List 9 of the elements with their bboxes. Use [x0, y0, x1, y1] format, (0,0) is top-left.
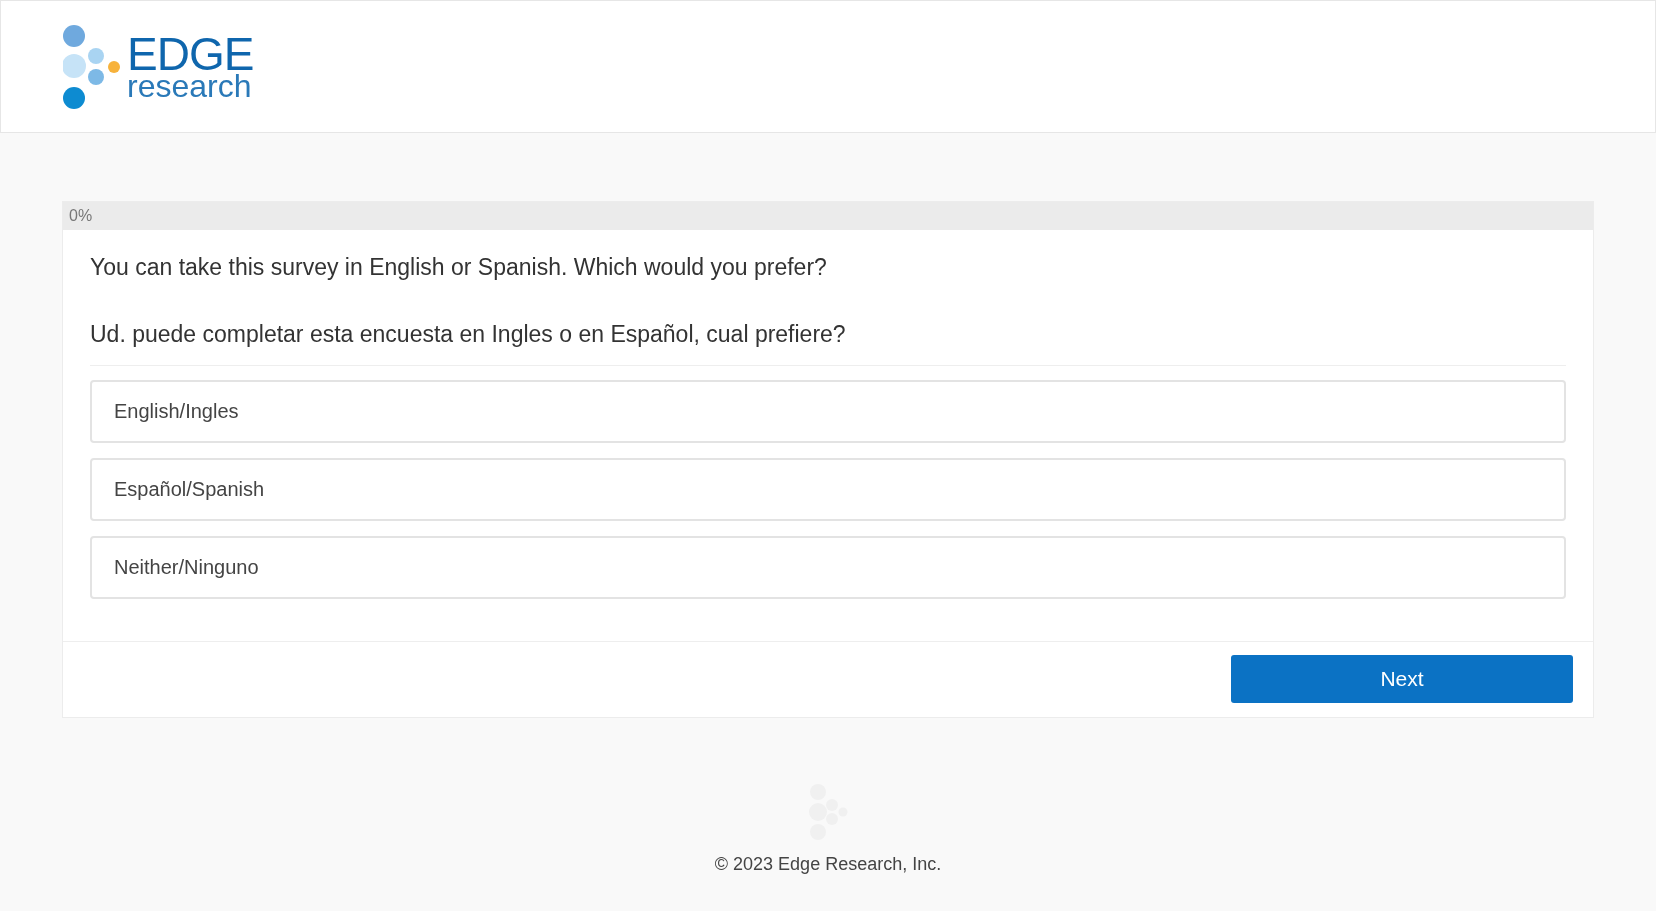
answer-option[interactable]: Español/Spanish	[90, 458, 1566, 521]
logo-dots-icon	[63, 24, 123, 109]
progress-label: 0%	[68, 207, 93, 225]
next-button[interactable]: Next	[1231, 655, 1573, 703]
answer-option[interactable]: Neither/Ninguno	[90, 536, 1566, 599]
copyright-text: © 2023 Edge Research, Inc.	[714, 854, 942, 875]
answer-option[interactable]: English/Ingles	[90, 380, 1566, 443]
question-text: You can take this survey in English or Spanish. Which would you prefer?	[90, 254, 828, 280]
question-text: Ud. puede completar esta encuesta en Ingles o en Español, cual prefiere?	[90, 321, 847, 347]
